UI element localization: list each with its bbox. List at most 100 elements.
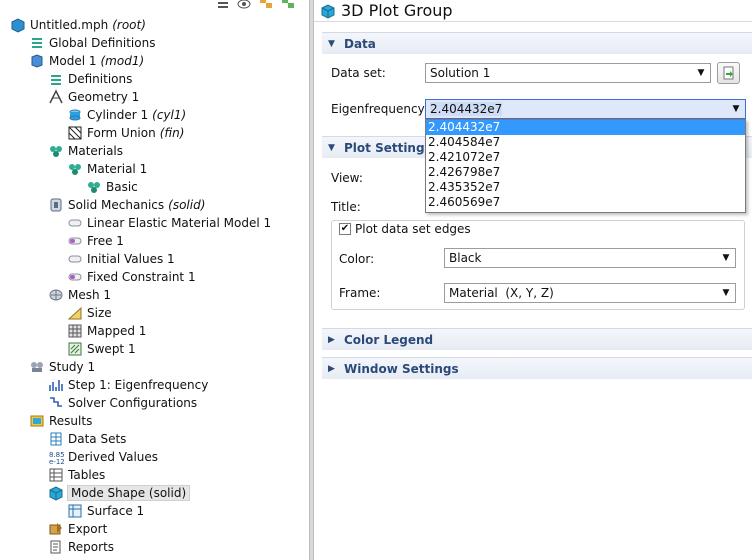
tree-item-label: Initial Values 1	[87, 252, 175, 266]
global-definitions-icon	[32, 38, 42, 48]
mapped-mesh-icon	[68, 324, 82, 338]
frame-select[interactable]: Material (X, Y, Z) ▼	[444, 283, 736, 303]
cylinder-icon	[69, 109, 81, 121]
tree-item-label: Solver Configurations	[68, 396, 198, 410]
model-icon	[31, 54, 43, 68]
tree-item[interactable]: Study 1	[29, 358, 95, 376]
chevron-down-icon: ▼	[722, 288, 730, 298]
export-icon	[49, 523, 62, 535]
plot-group-3d-icon	[321, 3, 335, 19]
tree-item-label: Derived Values	[68, 450, 159, 464]
tree-item[interactable]: Data Sets	[48, 430, 126, 448]
move-up-icon[interactable]	[258, 0, 274, 11]
tree-item[interactable]: Free 1	[67, 232, 124, 250]
tree-item[interactable]: Swept 1	[67, 340, 136, 358]
tree-item[interactable]: Results	[29, 412, 92, 430]
data-set-go-to-source-button[interactable]	[717, 62, 740, 84]
section-color-legend[interactable]: ▶ Color Legend	[322, 328, 752, 350]
tree-item[interactable]: Reports	[48, 538, 114, 556]
tree-item[interactable]: Mesh 1	[48, 286, 111, 304]
tree-item[interactable]: Step 1: Eigenfrequency	[48, 376, 208, 394]
tree-item-label: Study 1	[49, 360, 96, 374]
tree-item[interactable]: Export	[48, 520, 107, 538]
tree-item-label: Material 1	[87, 162, 148, 176]
tree-item-label: Surface 1	[87, 504, 145, 518]
settings-panel: 3D Plot Group ▼ Data Data set: Solution …	[314, 0, 752, 560]
solid-mechanics-icon	[50, 198, 62, 212]
data-set-value: Solution 1	[430, 66, 491, 80]
tree-item-label: Definitions	[68, 72, 133, 86]
section-window-settings[interactable]: ▶ Window Settings	[322, 357, 752, 379]
tree-item[interactable]: Cylinder 1 (cyl1)	[67, 106, 186, 124]
tree-item[interactable]: Global Definitions	[29, 34, 155, 52]
tree-item[interactable]: Geometry 1	[48, 88, 139, 106]
expand-arrow-icon: ▶	[328, 363, 335, 374]
mesh-size-icon	[67, 306, 82, 320]
tree-item[interactable]: Form Union (fin)	[67, 124, 184, 142]
tree-item-tag: (solid)	[168, 198, 206, 212]
data-sets-icon	[50, 432, 62, 446]
derived-values-icon: 8.85e-12	[49, 451, 64, 465]
view-label: View:	[331, 171, 363, 185]
tree-item[interactable]: Tables	[48, 466, 105, 484]
section-data-label: Data	[344, 36, 376, 51]
tree-item[interactable]: Surface 1	[67, 502, 144, 520]
settings-title-bar: 3D Plot Group	[314, 0, 752, 22]
tree-item-label: Cylinder 1	[87, 108, 149, 122]
results-icon	[30, 415, 44, 427]
tree-item-tag: (mod1)	[100, 54, 145, 68]
tree-item[interactable]: Mapped 1	[67, 322, 146, 340]
tree-item[interactable]: Mode Shape (solid)	[48, 484, 191, 502]
tree-item[interactable]: Initial Values 1	[67, 250, 175, 268]
model-tree: Untitled.mph (root) Global Definitions Mode…	[0, 0, 309, 560]
collapse-arrow-icon: ▼	[328, 142, 335, 153]
eigenfrequency-option[interactable]: 2.404432e7	[426, 120, 745, 135]
tree-item[interactable]: Size	[67, 304, 112, 322]
tree-item-label: Solid Mechanics	[68, 198, 165, 212]
eigenfrequency-dropdown-list: 2.404432e7 2.404584e7 2.421072e7 2.426798e7…	[425, 119, 746, 213]
edge-color-select[interactable]: Black ▼	[444, 248, 736, 268]
section-window-settings-label: Window Settings	[344, 361, 459, 376]
chevron-down-icon: ▼	[697, 68, 705, 78]
tree-item-label: Tables	[68, 468, 106, 482]
material-icon	[69, 164, 81, 175]
data-set-select[interactable]: Solution 1 ▼	[425, 63, 711, 83]
show-icon[interactable]	[236, 0, 252, 11]
tree-item-label: Form Union	[87, 126, 156, 140]
edge-color-value: Black	[449, 251, 482, 265]
tree-item[interactable]: Solver Configurations	[48, 394, 197, 412]
model-builder-root-icon	[11, 18, 25, 33]
geometry-icon	[49, 89, 63, 104]
tree-item[interactable]: 8.85 e-12 Derived Values	[48, 448, 158, 466]
tree-item[interactable]: Untitled.mph (root)	[10, 16, 146, 34]
move-down-icon[interactable]	[280, 0, 296, 11]
collapse-all-icon[interactable]	[214, 0, 230, 11]
tree-item-label: Free 1	[87, 234, 124, 248]
eigenfrequency-option[interactable]: 2.460569e7	[426, 195, 745, 210]
expand-arrow-icon: ▶	[328, 334, 335, 345]
tree-item[interactable]: Material 1	[67, 160, 147, 178]
tree-item-tag: (fin)	[159, 126, 185, 140]
tree-item[interactable]: Linear Elastic Material Model 1	[67, 214, 271, 232]
tree-item[interactable]: Basic	[86, 178, 138, 196]
plot-edges-checkbox[interactable]: ✔	[339, 223, 351, 235]
frame-label: Frame:	[339, 286, 381, 300]
tree-item-label: Size	[87, 306, 112, 320]
tree-item[interactable]: Definitions	[48, 70, 132, 88]
tree-item[interactable]: Materials	[48, 142, 123, 160]
eigenfrequency-option[interactable]: 2.404584e7	[426, 135, 745, 150]
eigenfrequency-option[interactable]: 2.435352e7	[426, 180, 745, 195]
tree-item-label: Fixed Constraint 1	[87, 270, 196, 284]
tree-item[interactable]: Solid Mechanics (solid)	[48, 196, 205, 214]
data-set-label: Data set:	[331, 66, 386, 80]
surface-plot-icon	[68, 504, 82, 518]
tree-item-label: Linear Elastic Material Model 1	[87, 216, 272, 230]
swept-mesh-icon	[68, 342, 82, 356]
tree-item-label: Untitled.mph	[30, 18, 109, 32]
tree-item[interactable]: Model 1 (mod1)	[29, 52, 144, 70]
section-data[interactable]: ▼ Data	[322, 32, 752, 54]
eigenfrequency-option[interactable]: 2.426798e7	[426, 165, 745, 180]
tree-item[interactable]: Fixed Constraint 1	[67, 268, 196, 286]
eigenfrequency-select[interactable]: 2.404432e7 ▼	[425, 99, 746, 119]
eigenfrequency-option[interactable]: 2.421072e7	[426, 150, 745, 165]
